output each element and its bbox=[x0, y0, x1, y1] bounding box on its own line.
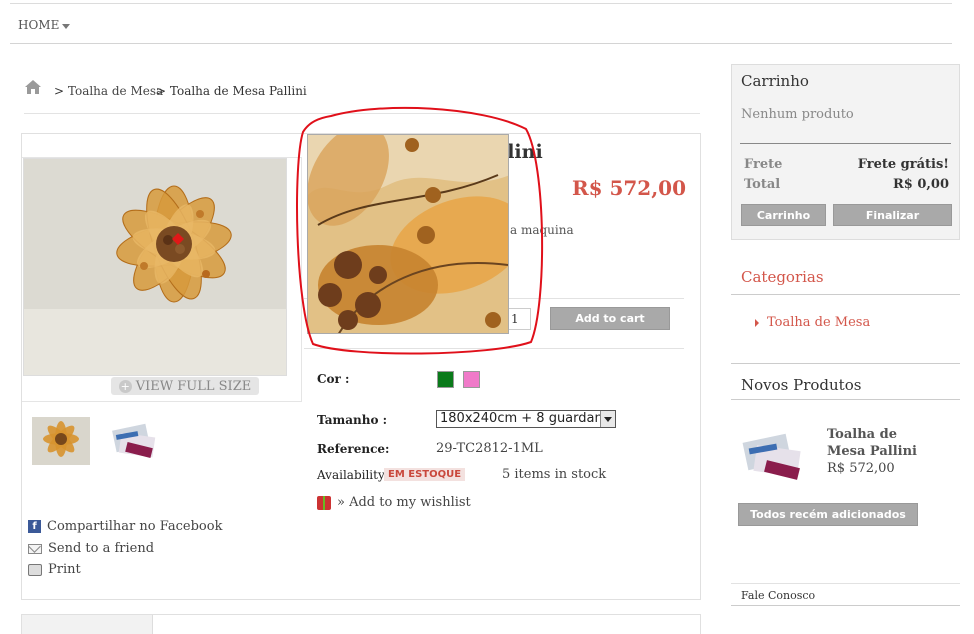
wishlist-link[interactable]: » Add to my wishlist bbox=[317, 495, 471, 510]
share-facebook-label: Compartilhar no Facebook bbox=[47, 519, 223, 534]
divider bbox=[731, 605, 960, 606]
view-full-size-label: VIEW FULL SIZE bbox=[135, 378, 252, 394]
send-to-friend-link[interactable]: Send to a friend bbox=[28, 541, 154, 556]
thumbnail-napkins[interactable] bbox=[106, 417, 164, 465]
annotation-red-circle bbox=[296, 106, 544, 355]
stock-status-badge: EM ESTOQUE bbox=[384, 468, 466, 481]
new-products-title: Novos Produtos bbox=[741, 376, 862, 394]
top-navigation: HOME bbox=[10, 8, 952, 44]
breadcrumb-item-current: > Toalha de Mesa Pallini bbox=[156, 84, 307, 98]
product-tabs bbox=[21, 614, 701, 634]
view-full-size-button[interactable]: + VIEW FULL SIZE bbox=[111, 377, 259, 395]
main-product-image[interactable] bbox=[23, 158, 287, 376]
breadcrumb-link-toalha-de-mesa[interactable]: Toalha de Mesa bbox=[68, 84, 163, 98]
divider bbox=[731, 294, 960, 295]
cart-title: Carrinho bbox=[741, 72, 809, 90]
reference-value: 29-TC2812-1ML bbox=[436, 441, 543, 456]
category-item-toalha-de-mesa[interactable]: Toalha de Mesa bbox=[755, 315, 870, 330]
color-label: Cor : bbox=[317, 372, 350, 386]
shipping-label: Frete bbox=[744, 157, 783, 172]
total-label: Total bbox=[744, 177, 781, 192]
breadcrumb-separator: > bbox=[156, 84, 167, 98]
product-price: R$ 572,00 bbox=[571, 176, 686, 200]
color-swatch-green[interactable] bbox=[437, 371, 454, 388]
divider bbox=[731, 399, 960, 400]
availability-label: Availability: bbox=[317, 468, 389, 482]
home-menu[interactable]: HOME bbox=[18, 18, 71, 32]
printer-icon bbox=[28, 563, 42, 576]
category-item-label: Toalha de Mesa bbox=[767, 315, 871, 330]
chevron-right-icon bbox=[755, 318, 759, 327]
stock-count: 5 items in stock bbox=[502, 467, 607, 482]
cart-total-row: Total R$ 0,00 bbox=[744, 177, 949, 192]
envelope-icon bbox=[28, 543, 42, 554]
new-product-image[interactable] bbox=[739, 428, 813, 490]
wishlist-label: » Add to my wishlist bbox=[337, 495, 471, 510]
breadcrumb-item-category: > Toalha de Mesa bbox=[54, 84, 163, 98]
zoom-icon: + bbox=[118, 379, 132, 393]
home-menu-label: HOME bbox=[18, 18, 60, 32]
top-rule bbox=[10, 3, 952, 4]
size-select[interactable]: 180x240cm + 8 guardanapos bbox=[436, 410, 616, 428]
total-value: R$ 0,00 bbox=[892, 177, 949, 192]
cart-empty-text: Nenhum produto bbox=[741, 107, 854, 122]
divider bbox=[731, 363, 960, 364]
new-product-price: R$ 572,00 bbox=[827, 461, 895, 476]
breadcrumb-current-page: Toalha de Mesa Pallini bbox=[169, 84, 307, 98]
add-to-cart-button[interactable]: Add to cart bbox=[550, 307, 670, 330]
checkout-button[interactable]: Finalizar bbox=[833, 204, 952, 226]
home-icon[interactable] bbox=[24, 79, 42, 95]
shipping-value: Frete grátis! bbox=[857, 157, 949, 172]
facebook-icon: f bbox=[28, 520, 41, 533]
size-label: Tamanho : bbox=[317, 413, 388, 427]
breadcrumb-separator: > bbox=[54, 84, 65, 98]
color-swatch-pink[interactable] bbox=[463, 371, 480, 388]
categories-title: Categorias bbox=[741, 268, 824, 286]
divider bbox=[731, 583, 960, 584]
chevron-down-icon bbox=[600, 411, 615, 427]
contact-link[interactable]: Fale Conosco bbox=[741, 589, 815, 602]
thumbnail-flower[interactable] bbox=[32, 417, 90, 465]
send-to-friend-label: Send to a friend bbox=[48, 541, 155, 556]
reference-label: Reference: bbox=[317, 442, 390, 456]
gift-icon bbox=[317, 495, 331, 510]
new-product-name[interactable]: Toalha de Mesa Pallini bbox=[827, 426, 937, 460]
size-select-value: 180x240cm + 8 guardanapos bbox=[440, 411, 616, 426]
all-new-products-button[interactable]: Todos recém adicionados bbox=[738, 503, 918, 526]
print-link[interactable]: Print bbox=[28, 562, 81, 577]
cart-shipping-row: Frete Frete grátis! bbox=[744, 157, 949, 172]
view-cart-button[interactable]: Carrinho bbox=[741, 204, 826, 226]
tab-description[interactable] bbox=[22, 615, 153, 634]
cart-block: Carrinho Nenhum produto Frete Frete grát… bbox=[731, 64, 960, 240]
divider bbox=[740, 143, 951, 144]
print-label: Print bbox=[48, 562, 81, 577]
chevron-down-icon bbox=[62, 23, 71, 29]
share-facebook-link[interactable]: f Compartilhar no Facebook bbox=[28, 519, 222, 534]
